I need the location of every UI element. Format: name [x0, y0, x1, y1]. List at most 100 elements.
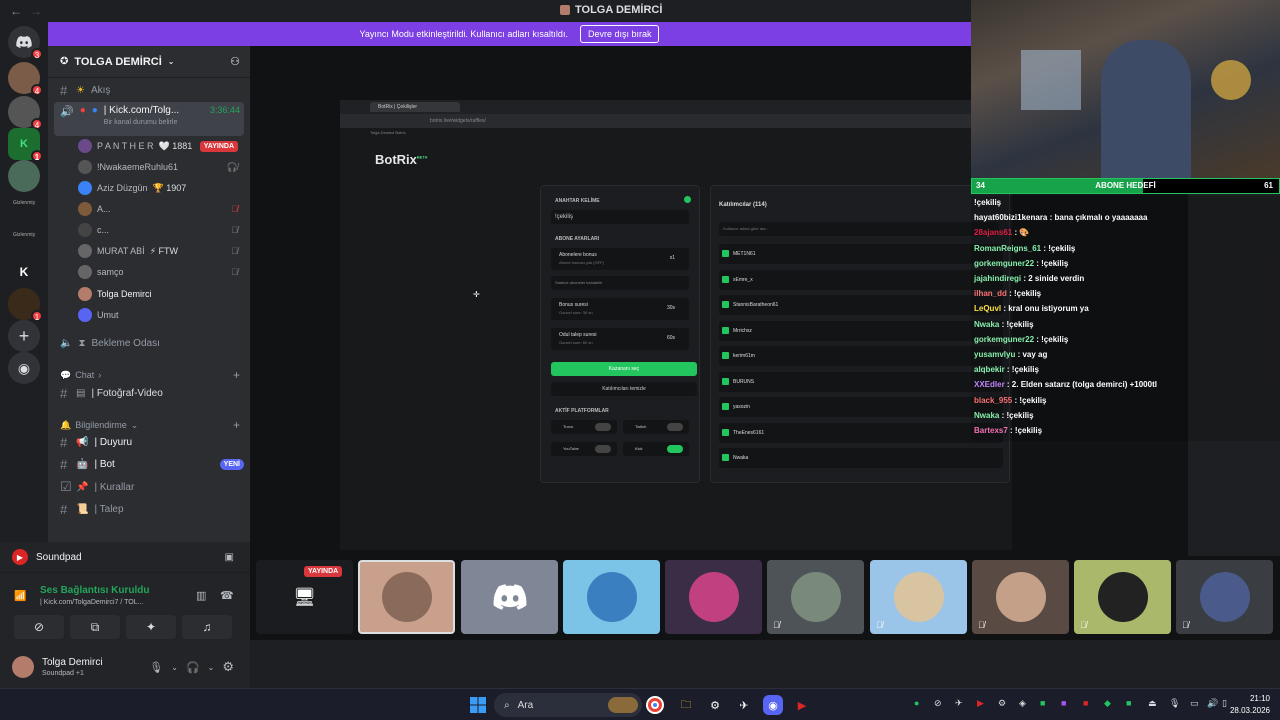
- clear-participants-button[interactable]: Katılımcıları temizle: [551, 382, 697, 396]
- noise-suppression-icon[interactable]: ▥: [196, 589, 206, 602]
- toggle-switch[interactable]: [667, 445, 683, 453]
- participant-tile[interactable]: 🎙̸: [1074, 560, 1171, 634]
- avatar[interactable]: [12, 656, 34, 678]
- participant-tile[interactable]: 🎙̸: [767, 560, 864, 634]
- voice-user[interactable]: P A N T H E R 🤍 1881 YAYINDA: [78, 136, 238, 156]
- tray-icon[interactable]: ▶: [977, 698, 984, 709]
- server-avatar-icon[interactable]: 4: [8, 62, 43, 96]
- shared-screen[interactable]: BotRix | Çekilişler botrix.live/widgets/…: [340, 100, 1012, 550]
- bird-app-icon[interactable]: ✈: [734, 695, 754, 715]
- network-icon[interactable]: ▭: [1190, 698, 1199, 709]
- tray-icon[interactable]: ■: [1126, 698, 1131, 708]
- gear-icon[interactable]: ⚙: [222, 659, 234, 675]
- subscriber-bonus-row[interactable]: Abonelere bonus Abone bonusu yok (OFF) x…: [551, 248, 689, 270]
- tray-icon[interactable]: ⚙: [998, 698, 1006, 709]
- tray-icon[interactable]: ◈: [1019, 698, 1026, 709]
- platform-trovo[interactable]: Trovo: [551, 420, 617, 434]
- taskbar-search[interactable]: ⌕ Ara: [494, 693, 642, 717]
- tray-icon[interactable]: ■: [1040, 698, 1045, 708]
- voice-status[interactable]: Ses Bağlantısı Kuruldu: [40, 585, 149, 596]
- toggle-switch[interactable]: [667, 423, 683, 431]
- voice-user[interactable]: Umut: [78, 305, 238, 325]
- volume-icon[interactable]: 🔊: [1207, 698, 1218, 709]
- soundpad-taskbar-icon[interactable]: ▶: [792, 695, 812, 715]
- voice-user[interactable]: Aziz Düzgün 🏆 1907: [78, 178, 238, 198]
- participant-row[interactable]: MET1N61: [719, 244, 1003, 264]
- participant-row[interactable]: StannisBaratheon61: [719, 295, 1003, 315]
- participant-row[interactable]: TheEnes6161: [719, 422, 1003, 443]
- platform-youtube[interactable]: YouTube: [551, 442, 617, 456]
- hidden-server-label[interactable]: Gizlenmiş: [4, 232, 44, 238]
- tray-icon[interactable]: ✈: [955, 698, 963, 709]
- add-channel-icon[interactable]: +: [233, 368, 240, 382]
- toggle-switch[interactable]: [595, 445, 611, 453]
- participant-tile[interactable]: 🎙̸: [870, 560, 967, 634]
- participant-row[interactable]: Mrrichsz: [719, 320, 1003, 341]
- participant-row[interactable]: kerim61m: [719, 346, 1003, 366]
- participant-tile[interactable]: [358, 560, 455, 634]
- claim-duration-row[interactable]: Odul talep suresi Guncel sure: 60 sn 60s: [551, 328, 689, 350]
- server-avatar-icon[interactable]: [8, 160, 40, 192]
- voice-channel-status[interactable]: Bir kanal durumu belirle: [104, 119, 179, 126]
- platform-twitch[interactable]: Twitch: [623, 420, 689, 434]
- folder-icon[interactable]: 🗀: [676, 695, 696, 715]
- chevron-down-icon[interactable]: ⌄: [208, 663, 215, 672]
- toggle-switch[interactable]: [595, 423, 611, 431]
- channel-bot[interactable]: # 🤖 | Bot YENİ: [54, 454, 244, 474]
- add-channel-icon[interactable]: +: [233, 418, 240, 432]
- participant-tile[interactable]: [461, 560, 558, 634]
- voice-channel-path[interactable]: | Kick.com/TolgaDemirci7 / TOL...: [40, 599, 143, 606]
- add-member-icon[interactable]: ⚇: [230, 55, 240, 68]
- microphone-icon[interactable]: 🎙: [1169, 698, 1180, 709]
- category-bilgilendirme[interactable]: 🔔 Bilgilendirme ⌄ +: [60, 418, 240, 432]
- headphones-icon[interactable]: 🎧: [186, 661, 200, 674]
- browser-tab[interactable]: BotRix | Çekilişler: [370, 102, 460, 112]
- soundboard-button[interactable]: ♫: [182, 615, 232, 639]
- usb-icon[interactable]: ⏏: [1148, 698, 1157, 709]
- channel-fotograf-video[interactable]: # ▤ | Fotoğraf-Video: [54, 383, 244, 403]
- system-clock[interactable]: 21:10 28.03.2026: [1230, 693, 1270, 717]
- disconnect-icon[interactable]: ☎: [220, 589, 234, 602]
- participant-tile[interactable]: [563, 560, 660, 634]
- activities-button[interactable]: ✦: [126, 615, 176, 639]
- voice-channel-kick[interactable]: 🔊 ● ● | Kick.com/Tolg... Bir kanal durum…: [54, 102, 244, 136]
- discord-home-icon[interactable]: 3: [8, 26, 43, 60]
- voice-user[interactable]: A... 🎙̸: [78, 199, 238, 219]
- participant-search-input[interactable]: Kullanıcı adına göre ara...: [719, 222, 999, 236]
- app-icon[interactable]: ⚙: [705, 695, 725, 715]
- voice-user[interactable]: samço 🎙̸: [78, 262, 238, 282]
- server-avatar-icon[interactable]: 1: [8, 288, 43, 322]
- tray-icon[interactable]: ⊘: [934, 698, 942, 709]
- windows-start-icon[interactable]: [468, 695, 488, 715]
- discord-taskbar-icon[interactable]: ◉: [763, 695, 783, 715]
- participant-row[interactable]: xEmre_x: [719, 269, 1003, 290]
- row-value[interactable]: x1: [670, 255, 675, 261]
- tray-icon[interactable]: ●: [914, 698, 919, 708]
- channel-talep[interactable]: # 📜 | Talep: [54, 499, 244, 519]
- participant-tile[interactable]: 🎙̸: [972, 560, 1069, 634]
- battery-icon[interactable]: ▯: [1222, 698, 1227, 709]
- address-bar[interactable]: botrix.live/widgets/raffles/: [340, 114, 1012, 128]
- voice-user[interactable]: c... 🎙̸: [78, 220, 238, 240]
- participant-row[interactable]: Nwaka: [719, 448, 1003, 468]
- kick-server-icon[interactable]: K1: [8, 128, 43, 162]
- server-k-icon[interactable]: K: [8, 256, 40, 288]
- channel-akis[interactable]: # ☀ Akış: [54, 80, 244, 100]
- tray-icon[interactable]: ■: [1083, 698, 1088, 708]
- tray-icon[interactable]: ■: [1061, 698, 1066, 708]
- voice-user[interactable]: !NwakaemeRuhlu61 🎧̸: [78, 157, 238, 177]
- server-header[interactable]: ✪ TOLGA DEMİRCİ ⌄ ⚇: [48, 46, 250, 78]
- disable-streamer-mode-button[interactable]: Devre dışı bırak: [579, 25, 660, 43]
- row-value[interactable]: 30s: [667, 305, 675, 311]
- row-value[interactable]: 60s: [667, 335, 675, 341]
- server-avatar-icon[interactable]: 4: [8, 96, 43, 130]
- microphone-icon[interactable]: 🎙: [149, 661, 163, 674]
- voice-user[interactable]: MURAT ABİ ⚡ FTW 🎙̸: [78, 241, 238, 261]
- participant-row[interactable]: yasozin: [719, 397, 1003, 417]
- participant-tile[interactable]: 🎙̸: [1176, 560, 1273, 634]
- category-chat[interactable]: 💬 Chat › +: [60, 368, 240, 382]
- tray-icon[interactable]: ◆: [1104, 698, 1111, 709]
- forward-arrow-icon[interactable]: →: [30, 4, 42, 18]
- bonus-duration-row[interactable]: Bonus suresi Guncel sure: 30 sn 30s: [551, 298, 689, 320]
- chevron-down-icon[interactable]: ⌄: [171, 663, 178, 672]
